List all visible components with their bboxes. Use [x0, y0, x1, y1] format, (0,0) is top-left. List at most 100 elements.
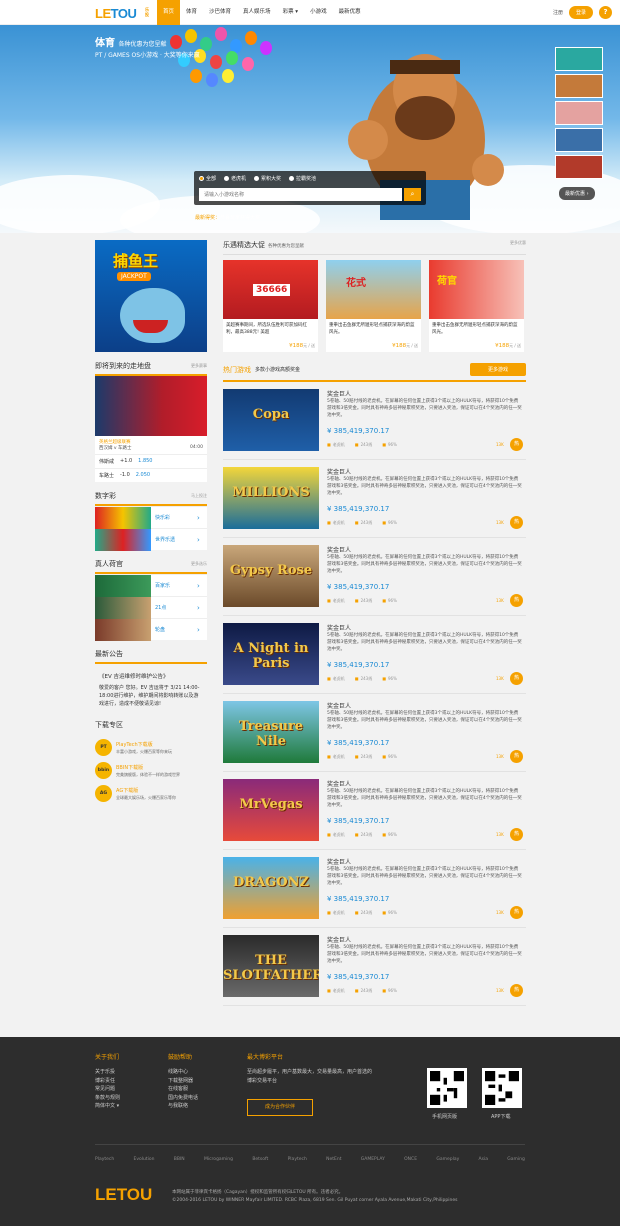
game-logo: Gypsy Rose — [229, 563, 313, 578]
footer-link[interactable]: 条款与规则 — [95, 1094, 120, 1103]
download-item-pt[interactable]: PT PlayTech下载版 丰富小游戏，火爆百家等你来玩 — [95, 736, 207, 759]
login-button[interactable]: 登录 — [568, 6, 593, 19]
game-name[interactable]: 奖金巨人 — [327, 857, 351, 866]
fishing-king-banner[interactable]: 捕鱼王 JACKPOT — [95, 240, 207, 352]
footer-link[interactable]: 在线客服 — [168, 1085, 198, 1094]
more-matches-link[interactable]: 更多赛事 — [191, 363, 207, 369]
live-item-baccarat[interactable]: 百家乐 › — [95, 574, 207, 597]
nav-sports[interactable]: 体育 — [180, 0, 203, 25]
download-item-ag[interactable]: AG AG下载版 全球最大娱乐场，火爆百家乐等你 — [95, 782, 207, 805]
nav-live-casino[interactable]: 真人娱乐场 — [237, 0, 277, 25]
promo-card[interactable]: 36666 美超赛事期间，所选队伍胜利可获加码红利，最高388元! 美超 ¥18… — [223, 260, 318, 352]
game-row[interactable]: DRAGONZ 奖金巨人 5卷轴、50赔付线的老虎机。在屏幕的任何位置上获得3个或以… — [223, 851, 526, 928]
game-play-count: 13K — [496, 910, 504, 915]
promo-header: 乐遇精选大促 各种优惠为您呈献 更多优惠 — [223, 240, 526, 255]
game-name[interactable]: 奖金巨人 — [327, 935, 351, 944]
footer-link[interactable]: 关于乐投 — [95, 1068, 120, 1077]
search-icon[interactable]: ⌕ — [404, 188, 421, 201]
game-name[interactable]: 奖金巨人 — [327, 779, 351, 788]
live-item-roulette[interactable]: 轮盘 › — [95, 618, 207, 641]
filter-all-radio[interactable]: 全部 — [199, 175, 216, 182]
game-search-panel: 全部 老虎机 累积大奖 拉霸奖池 ⌕ — [194, 171, 426, 205]
nav-home[interactable]: 首页 — [157, 0, 181, 25]
game-logo: Treasure Nile — [238, 719, 304, 749]
hero-banner[interactable]: 体育 各种优惠为您呈献 PT / GAMES OS小游戏 · 大奖等你来赢 最新… — [0, 25, 620, 233]
game-thumbnail[interactable]: Gypsy Rose — [223, 545, 319, 607]
more-promos-link[interactable]: 更多优惠 — [510, 240, 526, 250]
game-row[interactable]: Treasure Nile 奖金巨人 5卷轴、50赔付线的老虎机。在屏幕的任何位置上… — [223, 695, 526, 772]
filter-slots-radio[interactable]: 老虎机 — [224, 175, 246, 182]
hero-thumb-5[interactable] — [555, 155, 603, 179]
game-thumbnail[interactable]: Copa — [223, 389, 319, 451]
promo-image: 花式 — [326, 260, 421, 319]
help-icon[interactable]: ? — [599, 6, 612, 19]
search-input[interactable] — [199, 188, 402, 201]
register-link[interactable]: 注册 — [553, 9, 563, 16]
footer-link[interactable]: 与我联络 — [168, 1102, 198, 1111]
nav-lottery[interactable]: 彩票 ▾ — [277, 0, 305, 25]
odds-row[interactable]: 伟斯咸 +1.0 1.850 — [95, 454, 207, 468]
hot-games-header: 热门游戏 多款小游戏高额奖金 更多游戏 — [223, 363, 526, 382]
more-games-button[interactable]: 更多游戏 — [469, 363, 526, 376]
game-thumbnail[interactable]: A Night in Paris — [223, 623, 319, 685]
game-row[interactable]: Copa 奖金巨人 5卷轴、50赔付线的老虎机。在屏幕的任何位置上获得3个或以上的H… — [223, 383, 526, 460]
hero-subtitle: PT / GAMES OS小游戏 · 大奖等你来赢 — [95, 52, 200, 59]
lottery-item-keno[interactable]: 快乐彩 › — [95, 506, 207, 529]
become-partner-button[interactable]: 成为合作伙伴 — [247, 1099, 313, 1116]
game-jackpot: ¥ 385,419,370.17 — [327, 583, 390, 591]
hero-thumb-3[interactable] — [555, 101, 603, 125]
game-thumbnail[interactable]: Treasure Nile — [223, 701, 319, 763]
live-dealer-list: 百家乐 › 21点 › 轮盘 › — [95, 574, 207, 641]
game-jackpot: ¥ 385,419,370.17 — [327, 661, 390, 669]
language-select[interactable]: 简体中文 ▾ — [95, 1102, 120, 1111]
game-meta: 老虎机 243线 96% — [327, 676, 397, 682]
game-rate: 96% — [382, 520, 397, 526]
game-row[interactable]: A Night in Paris 奖金巨人 5卷轴、50赔付线的老虎机。在屏幕的任何… — [223, 617, 526, 694]
game-row[interactable]: MILLIONS 奖金巨人 5卷轴、50赔付线的老虎机。在屏幕的任何位置上获得3个或… — [223, 461, 526, 538]
promo-card[interactable]: 荷官 重拳出击鱼群无所遁形轻点捕获深海的蔚蓝风光。 ¥188元 / 送 — [429, 260, 524, 352]
footer-link[interactable]: 博彩责任 — [95, 1077, 120, 1086]
upcoming-match-card[interactable]: 英格兰超级联赛 西汉姆 v 车路士 04:00 伟斯咸 +1.0 1.850 车路士 -… — [95, 376, 207, 482]
game-jackpot: ¥ 385,419,370.17 — [327, 973, 390, 981]
game-name[interactable]: 奖金巨人 — [327, 623, 351, 632]
game-row[interactable]: THE SLOTFATHER 奖金巨人 5卷轴、50赔付线的老虎机。在屏幕的任何位置… — [223, 929, 526, 1006]
qr-label-app: APP下载 — [491, 1114, 511, 1120]
game-name[interactable]: 奖金巨人 — [327, 389, 351, 398]
footer-link[interactable]: 常见问题 — [95, 1085, 120, 1094]
footer-link[interactable]: 国内免费电话 — [168, 1094, 198, 1103]
download-item-bbin[interactable]: bbin BBIN下载版 完美旗舰版，体验不一样的游戏世界 — [95, 759, 207, 782]
nav-promotions[interactable]: 最新优惠 — [333, 0, 367, 25]
game-thumbnail[interactable]: MrVegas — [223, 779, 319, 841]
game-thumbnail[interactable]: DRAGONZ — [223, 857, 319, 919]
latest-promo-button[interactable]: 最新优惠 › — [559, 187, 595, 200]
game-name[interactable]: 奖金巨人 — [327, 701, 351, 710]
game-thumbnail[interactable]: THE SLOTFATHER — [223, 935, 319, 997]
letou-logo[interactable]: LETOU 乐投 — [95, 6, 149, 21]
game-thumbnail[interactable]: MILLIONS — [223, 467, 319, 529]
hero-thumb-2[interactable] — [555, 74, 603, 98]
game-name[interactable]: 奖金巨人 — [327, 545, 351, 554]
promo-card[interactable]: 花式 重拳出击鱼群无所遁形轻点捕获深海的蔚蓝风光。 ¥188元 / 送 — [326, 260, 421, 352]
nav-mini-games[interactable]: 小游戏 — [304, 0, 333, 25]
nav-saba-sports[interactable]: 沙巴体育 — [203, 0, 237, 25]
lottery-more-link[interactable]: 马上投注 — [191, 493, 207, 499]
game-meta: 老虎机 243线 96% — [327, 832, 397, 838]
notice-panel[interactable]: 《EV 吉运维修时维护公告》 敬爱的客户 您好。EV 吉运将于 3/21 14:… — [95, 664, 207, 714]
lottery-item-lotto[interactable]: 世界乐透 › — [95, 528, 207, 551]
game-lines: 243线 — [355, 832, 373, 838]
filter-pool-radio[interactable]: 拉霸奖池 — [289, 175, 316, 182]
hero-thumb-4[interactable] — [555, 128, 603, 152]
chevron-right-icon: › — [197, 625, 200, 634]
game-name[interactable]: 奖金巨人 — [327, 467, 351, 476]
qr-code-app — [482, 1068, 522, 1108]
filter-jackpot-radio[interactable]: 累积大奖 — [254, 175, 281, 182]
live-item-blackjack[interactable]: 21点 › — [95, 596, 207, 619]
live-more-link[interactable]: 更多选乐 — [191, 561, 207, 567]
game-row[interactable]: MrVegas 奖金巨人 5卷轴、50赔付线的老虎机。在屏幕的任何位置上获得3个或以… — [223, 773, 526, 850]
game-row[interactable]: Gypsy Rose 奖金巨人 5卷轴、50赔付线的老虎机。在屏幕的任何位置上获得3… — [223, 539, 526, 616]
footer-link[interactable]: 下载整网器 — [168, 1077, 198, 1086]
odds-row[interactable]: 车路士 -1.0 2.050 — [95, 468, 207, 482]
game-play-count: 13K — [496, 598, 504, 603]
footer-link[interactable]: 线路中心 — [168, 1068, 198, 1077]
hero-thumb-1[interactable] — [555, 47, 603, 71]
